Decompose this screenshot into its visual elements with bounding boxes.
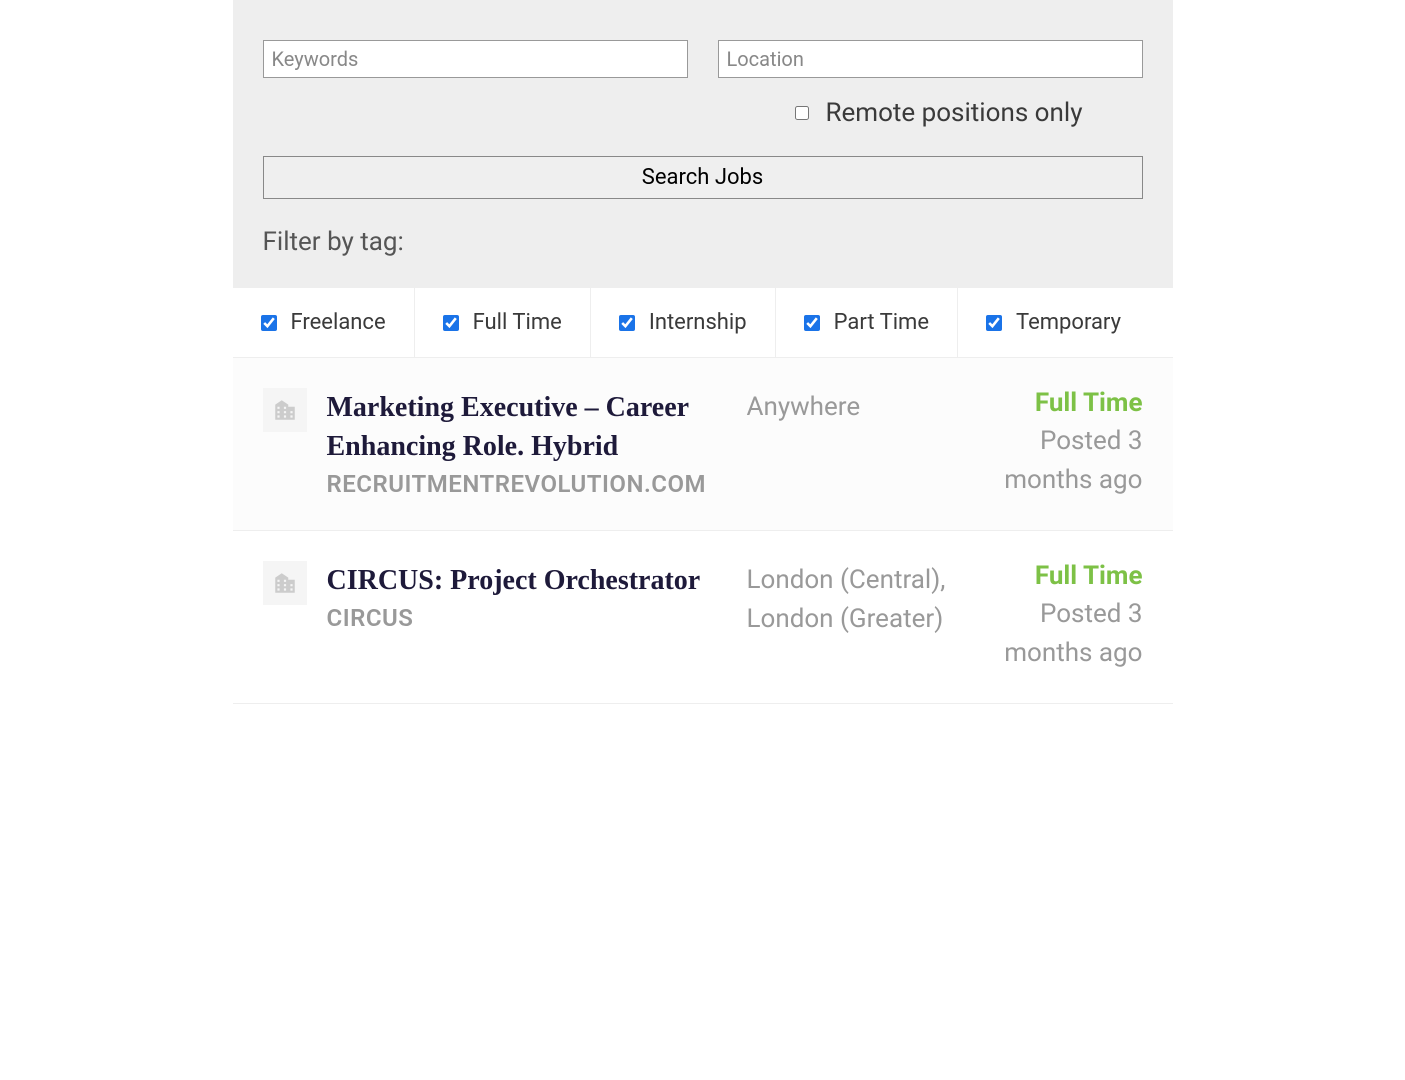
remote-label-text: Remote positions only <box>825 98 1082 128</box>
filter-heading: Filter by tag: <box>263 227 1143 257</box>
company-logo-placeholder <box>263 388 307 432</box>
job-list: Marketing Executive – Career Enhancing R… <box>233 357 1173 704</box>
job-type-badge: Full Time <box>993 561 1143 591</box>
tag-label: Temporary <box>1016 310 1121 335</box>
remote-checkbox[interactable] <box>795 106 809 120</box>
tag-label: Part Time <box>834 310 929 335</box>
tag-item-fulltime[interactable]: Full Time <box>415 288 591 357</box>
building-icon <box>272 397 298 423</box>
job-company: RECRUITMENTREVOLUTION.COM <box>327 470 727 498</box>
tag-item-internship[interactable]: Internship <box>591 288 776 357</box>
search-panel: Remote positions only Search Jobs Filter… <box>233 0 1173 287</box>
job-location: Anywhere <box>747 388 973 500</box>
tag-label: Full Time <box>473 310 562 335</box>
company-logo-placeholder <box>263 561 307 605</box>
tag-checkbox-internship[interactable] <box>619 315 635 331</box>
tag-label: Freelance <box>291 310 386 335</box>
tag-item-temporary[interactable]: Temporary <box>958 288 1149 357</box>
tag-checkbox-freelance[interactable] <box>261 315 277 331</box>
job-item[interactable]: CIRCUS: Project Orchestrator CIRCUS Lond… <box>233 531 1173 704</box>
keywords-input[interactable] <box>263 40 688 78</box>
tag-checkbox-temporary[interactable] <box>986 315 1002 331</box>
tag-checkbox-parttime[interactable] <box>804 315 820 331</box>
job-posted: Posted 3 months ago <box>993 422 1143 500</box>
job-title: CIRCUS: Project Orchestrator <box>327 561 727 600</box>
tag-label: Internship <box>649 310 747 335</box>
tag-item-parttime[interactable]: Part Time <box>776 288 958 357</box>
tag-checkbox-fulltime[interactable] <box>443 315 459 331</box>
job-item[interactable]: Marketing Executive – Career Enhancing R… <box>233 358 1173 531</box>
job-company: CIRCUS <box>327 604 727 632</box>
location-input[interactable] <box>718 40 1143 78</box>
job-title: Marketing Executive – Career Enhancing R… <box>327 388 727 466</box>
remote-checkbox-label[interactable]: Remote positions only <box>795 98 1082 128</box>
search-button[interactable]: Search Jobs <box>263 156 1143 199</box>
job-type-badge: Full Time <box>993 388 1143 418</box>
tag-filters: Freelance Full Time Internship Part Time… <box>233 287 1173 357</box>
building-icon <box>272 570 298 596</box>
job-posted: Posted 3 months ago <box>993 595 1143 673</box>
tag-item-freelance[interactable]: Freelance <box>233 288 415 357</box>
job-location: London (Central), London (Greater) <box>747 561 973 673</box>
